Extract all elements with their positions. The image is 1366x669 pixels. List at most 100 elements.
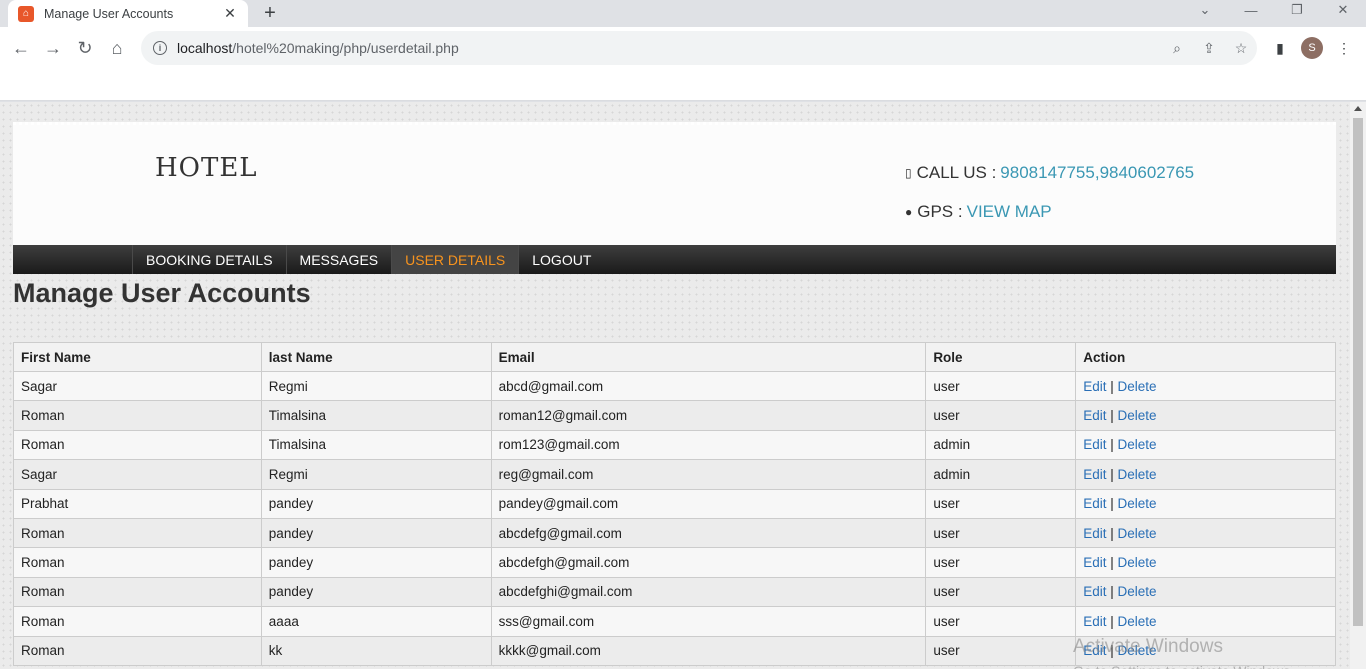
browser-toolbar: ← → ↻ ⌂ i localhost/hotel%20making/php/u… bbox=[0, 27, 1366, 69]
back-icon[interactable]: ← bbox=[8, 35, 34, 61]
call-us-numbers[interactable]: 9808147755,9840602765 bbox=[1000, 163, 1194, 183]
table-row: Roman pandey abcdefgh@gmail.com user Edit | … bbox=[13, 547, 1336, 578]
cell-first-name: Roman bbox=[13, 606, 262, 637]
browser-tab-bar: ⌂ Manage User Accounts ✕ + ⌄ — ❐ ✕ bbox=[0, 0, 1366, 27]
col-action: Action bbox=[1075, 342, 1336, 372]
cell-email: abcd@gmail.com bbox=[490, 370, 927, 402]
cell-first-name: Roman bbox=[13, 517, 262, 549]
action-separator: | bbox=[1106, 555, 1118, 571]
home-icon[interactable]: ⌂ bbox=[104, 35, 130, 61]
cell-role: user bbox=[925, 576, 1077, 608]
cell-first-name: Prabhat bbox=[13, 488, 262, 519]
action-separator: | bbox=[1106, 466, 1118, 482]
delete-link[interactable]: Delete bbox=[1117, 408, 1156, 423]
delete-link[interactable]: Delete bbox=[1117, 614, 1156, 629]
action-separator: | bbox=[1106, 378, 1118, 394]
view-map-link[interactable]: VIEW MAP bbox=[967, 202, 1052, 222]
gps-label: GPS : bbox=[917, 202, 963, 221]
edit-link[interactable]: Edit bbox=[1083, 467, 1106, 482]
edit-link[interactable]: Edit bbox=[1083, 584, 1106, 599]
cell-action: Edit | Delete bbox=[1075, 576, 1336, 608]
page-title: Manage User Accounts bbox=[13, 278, 311, 308]
site-header: HOTEL ▯ CALL US : 9808147755,9840602765 … bbox=[13, 122, 1336, 245]
table-row: Roman Timalsina roman12@gmail.com user Edit … bbox=[13, 400, 1336, 431]
action-separator: | bbox=[1106, 496, 1118, 512]
side-panel-icon[interactable]: ▮ bbox=[1269, 37, 1291, 59]
nav-logout[interactable]: LOGOUT bbox=[518, 245, 604, 274]
cell-last-name: pandey bbox=[260, 547, 492, 578]
restore-icon[interactable]: ❐ bbox=[1274, 0, 1320, 20]
cell-email: abcdefg@gmail.com bbox=[490, 517, 927, 549]
delete-link[interactable]: Delete bbox=[1117, 496, 1156, 511]
cell-email: roman12@gmail.com bbox=[490, 400, 927, 431]
url-host: localhost bbox=[177, 40, 233, 56]
cell-role: admin bbox=[925, 429, 1077, 461]
bookmark-star-icon[interactable]: ☆ bbox=[1225, 32, 1257, 64]
delete-link[interactable]: Delete bbox=[1117, 467, 1156, 482]
avatar[interactable]: S bbox=[1301, 37, 1323, 59]
table-row: Prabhat pandey pandey@gmail.com user Edit | … bbox=[13, 488, 1336, 519]
edit-link[interactable]: Edit bbox=[1083, 526, 1106, 541]
menu-kebab-icon[interactable]: ⋮ bbox=[1333, 37, 1355, 59]
page-viewport: HOTEL ▯ CALL US : 9808147755,9840602765 … bbox=[0, 102, 1350, 669]
cell-action: Edit | Delete bbox=[1075, 606, 1336, 637]
delete-link[interactable]: Delete bbox=[1117, 526, 1156, 541]
col-email: Email bbox=[490, 342, 927, 372]
edit-link[interactable]: Edit bbox=[1083, 496, 1106, 511]
tab-search-icon[interactable]: ⌄ bbox=[1182, 0, 1228, 20]
cell-last-name: kk bbox=[260, 635, 492, 666]
new-tab-icon[interactable]: + bbox=[258, 0, 282, 27]
reload-icon[interactable]: ↻ bbox=[72, 35, 98, 61]
edit-link[interactable]: Edit bbox=[1083, 408, 1106, 423]
share-icon[interactable]: ⇪ bbox=[1193, 32, 1225, 64]
scroll-thumb[interactable] bbox=[1353, 118, 1363, 626]
cell-email: reg@gmail.com bbox=[490, 459, 927, 490]
action-separator: | bbox=[1106, 437, 1118, 453]
cell-action: Edit | Delete bbox=[1075, 400, 1336, 431]
scroll-up-arrow-icon[interactable] bbox=[1354, 106, 1362, 111]
users-table: First Name last Name Email Role Action S… bbox=[13, 342, 1336, 666]
edit-link[interactable]: Edit bbox=[1083, 437, 1106, 452]
minimize-icon[interactable]: — bbox=[1228, 0, 1274, 20]
close-window-icon[interactable]: ✕ bbox=[1320, 0, 1366, 20]
cell-first-name: Sagar bbox=[13, 370, 262, 402]
map-marker-icon: ● bbox=[905, 205, 913, 219]
cell-role: user bbox=[925, 488, 1077, 519]
zoom-icon[interactable]: ⌕ bbox=[1161, 32, 1193, 64]
cell-email: rom123@gmail.com bbox=[490, 429, 927, 461]
cell-action: Edit | Delete bbox=[1075, 429, 1336, 461]
browser-tab[interactable]: ⌂ Manage User Accounts ✕ bbox=[8, 0, 248, 27]
edit-link[interactable]: Edit bbox=[1083, 555, 1106, 570]
edit-link[interactable]: Edit bbox=[1083, 614, 1106, 629]
action-separator: | bbox=[1106, 525, 1118, 541]
page-scrollbar[interactable] bbox=[1350, 102, 1366, 669]
cell-first-name: Roman bbox=[13, 547, 262, 578]
cell-first-name: Roman bbox=[13, 576, 262, 608]
nav-messages[interactable]: MESSAGES bbox=[285, 245, 392, 274]
delete-link[interactable]: Delete bbox=[1117, 437, 1156, 452]
edit-link[interactable]: Edit bbox=[1083, 379, 1106, 394]
table-row: Roman Timalsina rom123@gmail.com admin Edit … bbox=[13, 429, 1336, 461]
site-info-icon[interactable]: i bbox=[153, 41, 167, 55]
delete-link[interactable]: Delete bbox=[1117, 555, 1156, 570]
call-us-row: ▯ CALL US : 9808147755,9840602765 bbox=[905, 163, 1194, 183]
delete-link[interactable]: Delete bbox=[1117, 584, 1156, 599]
site-logo[interactable]: HOTEL bbox=[155, 153, 258, 183]
cell-action: Edit | Delete bbox=[1075, 370, 1336, 402]
action-separator: | bbox=[1106, 584, 1118, 600]
table-row: Roman pandey abcdefg@gmail.com user Edit | D… bbox=[13, 517, 1336, 549]
forward-icon[interactable]: → bbox=[40, 35, 66, 61]
nav-booking-details[interactable]: BOOKING DETAILS bbox=[132, 245, 286, 274]
table-row: Roman pandey abcdefghi@gmail.com user Edit |… bbox=[13, 576, 1336, 608]
url-text[interactable]: localhost/hotel%20making/php/userdetail.… bbox=[177, 40, 1161, 56]
cell-role: user bbox=[925, 370, 1077, 402]
cell-first-name: Roman bbox=[13, 635, 262, 666]
phone-icon: ▯ bbox=[905, 166, 912, 180]
nav-user-details[interactable]: USER DETAILS bbox=[391, 245, 519, 274]
cell-role: user bbox=[925, 400, 1077, 431]
col-role: Role bbox=[925, 342, 1077, 372]
tab-close-icon[interactable]: ✕ bbox=[222, 5, 238, 22]
cell-first-name: Roman bbox=[13, 400, 262, 431]
delete-link[interactable]: Delete bbox=[1117, 379, 1156, 394]
address-bar[interactable]: i localhost/hotel%20making/php/userdetai… bbox=[141, 31, 1257, 65]
